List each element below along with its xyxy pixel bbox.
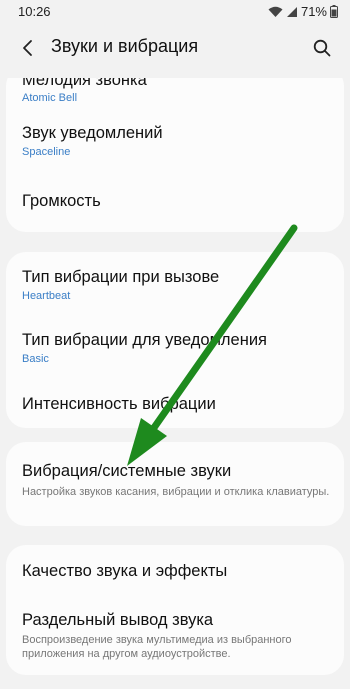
settings-group-audio: Качество звука и эффекты Раздельный выво… [6, 545, 344, 675]
call-vibration-value: Heartbeat [22, 290, 71, 302]
sound-quality-title: Качество звука и эффекты [22, 562, 228, 580]
separate-app-sound-item[interactable]: Раздельный вывод звука Воспроизведение з… [6, 595, 344, 675]
status-icons: 71% [268, 4, 338, 19]
call-vibration-title: Тип вибрации при вызове [22, 268, 220, 286]
notification-sound-item[interactable]: Звук уведомлений Spaceline [6, 108, 344, 172]
separate-app-sound-title: Раздельный вывод звука [22, 611, 214, 629]
settings-group-vibration: Тип вибрации при вызове Heartbeat Тип ви… [6, 252, 344, 428]
battery-icon [330, 5, 338, 18]
back-button[interactable] [16, 36, 40, 60]
vibration-intensity-item[interactable]: Интенсивность вибрации [6, 378, 344, 428]
ringtone-title: Мелодия звонка [22, 78, 147, 89]
notification-sound-title: Звук уведомлений [22, 124, 163, 142]
vibration-intensity-title: Интенсивность вибрации [22, 395, 216, 413]
system-sounds-item[interactable]: Вибрация/системные звуки Настройка звуко… [6, 442, 344, 526]
ringtone-value: Atomic Bell [22, 92, 78, 104]
cellular-icon [286, 6, 298, 18]
call-vibration-item[interactable]: Тип вибрации при вызове Heartbeat [6, 252, 344, 314]
system-sounds-description: Настройка звуков касания, вибрации и отк… [22, 486, 330, 498]
search-button[interactable] [310, 36, 334, 60]
volume-item[interactable]: Громкость [6, 172, 344, 232]
wifi-icon [268, 6, 283, 18]
notification-vibration-title: Тип вибрации для уведомления [22, 331, 267, 349]
notification-vibration-item[interactable]: Тип вибрации для уведомления Basic [6, 314, 344, 378]
ringtone-item[interactable]: Мелодия звонка Atomic Bell [6, 78, 344, 108]
back-icon [23, 40, 32, 56]
page-title: Звуки и вибрация [51, 36, 199, 56]
separate-app-sound-description: Воспроизведение звука мультимедиа из выб… [22, 634, 292, 660]
settings-list[interactable]: Мелодия звонка Atomic Bell Звук уведомле… [0, 78, 350, 689]
sound-quality-item[interactable]: Качество звука и эффекты [6, 545, 344, 595]
status-bar: 10:26 71% [0, 0, 350, 24]
system-sounds-title: Вибрация/системные звуки [22, 462, 232, 480]
app-bar: Звуки и вибрация [0, 24, 350, 72]
settings-group-sounds: Мелодия звонка Atomic Bell Звук уведомле… [6, 78, 344, 232]
search-icon [313, 39, 331, 57]
notification-sound-value: Spaceline [22, 146, 71, 158]
notification-vibration-value: Basic [22, 353, 49, 365]
battery-level: 71% [300, 4, 327, 19]
volume-title: Громкость [22, 192, 101, 210]
settings-group-system-sounds: Вибрация/системные звуки Настройка звуко… [6, 442, 344, 526]
status-time: 10:26 [18, 4, 51, 19]
